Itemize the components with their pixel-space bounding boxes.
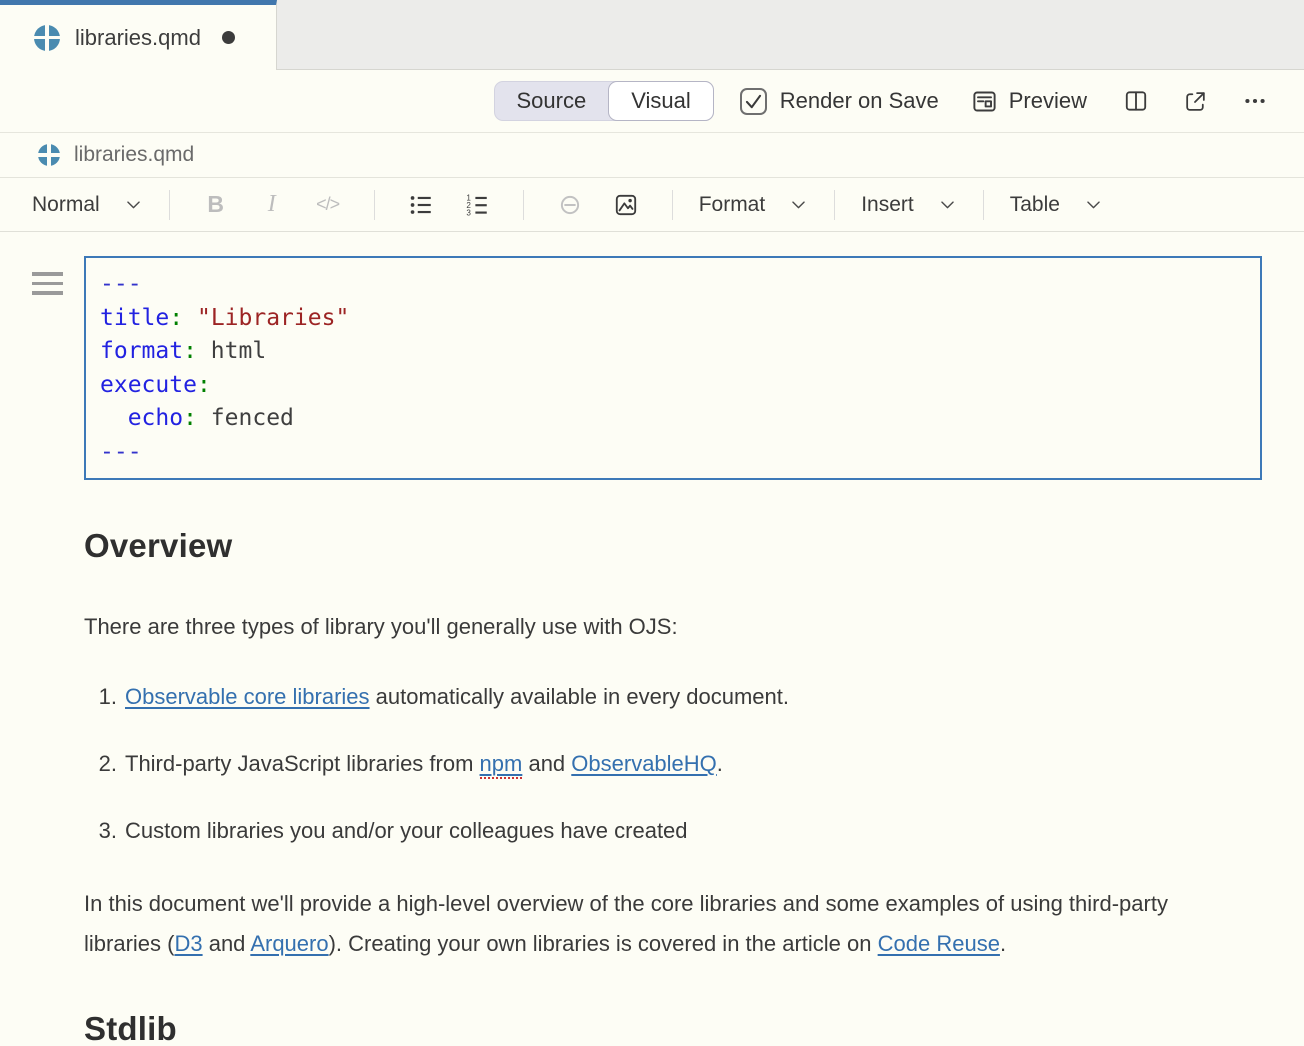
insert-image-button[interactable] (603, 185, 649, 225)
tab-libraries-qmd[interactable]: libraries.qmd (0, 0, 277, 70)
numbered-list-icon: 1 2 3 (464, 192, 490, 218)
link-npm[interactable]: npm (480, 751, 523, 779)
more-options-button[interactable] (1238, 84, 1272, 118)
text-run: automatically available in every documen… (370, 684, 789, 709)
open-external-button[interactable] (1179, 85, 1212, 118)
preview-label: Preview (1009, 88, 1087, 114)
toolbar-separator (523, 190, 524, 220)
yaml-code-line: --- (100, 436, 1246, 470)
ellipsis-icon (1242, 88, 1268, 114)
text-run: Third-party JavaScript libraries from (125, 751, 480, 776)
link-observable-core-libraries[interactable]: Observable core libraries (125, 684, 370, 709)
formatting-toolbar: Normal B I </> 1 2 3 (0, 178, 1304, 232)
numbered-list: 1. Observable core libraries automatical… (84, 683, 1262, 845)
text-run: and (203, 931, 251, 956)
document-editor-surface[interactable]: ---title: "Libraries"format: htmlexecute… (0, 232, 1304, 1046)
yaml-block-container: ---title: "Libraries"format: htmlexecute… (84, 256, 1262, 480)
chevron-down-icon (789, 195, 808, 214)
editor-toolbar: Source Visual Render on Save Preview (0, 70, 1304, 133)
insert-menu-dropdown[interactable]: Insert (853, 187, 965, 223)
split-editor-button[interactable] (1119, 84, 1153, 118)
toolbar-separator (169, 190, 170, 220)
bold-button[interactable]: B (193, 185, 239, 225)
table-menu-label: Table (1010, 193, 1060, 217)
heading-stdlib: Stdlib (84, 1010, 1262, 1046)
tab-title: libraries.qmd (75, 25, 201, 51)
toolbar-separator (834, 190, 835, 220)
editor-mode-toggle: Source Visual (494, 81, 714, 121)
toolbar-separator (672, 190, 673, 220)
list-item-text: Custom libraries you and/or your colleag… (125, 817, 688, 845)
paragraph-style-value: Normal (32, 193, 100, 217)
code-icon: </> (316, 194, 339, 215)
table-menu-dropdown[interactable]: Table (1002, 187, 1111, 223)
link-observablehq[interactable]: ObservableHQ (571, 751, 717, 776)
paragraph-style-dropdown[interactable]: Normal (24, 187, 151, 223)
code-button[interactable]: </> (305, 185, 351, 225)
text-run: . (717, 751, 723, 776)
italic-icon: I (268, 191, 276, 218)
format-menu-label: Format (699, 193, 766, 217)
render-on-save-control[interactable]: Render on Save (740, 88, 939, 115)
list-item: 1. Observable core libraries automatical… (84, 683, 1262, 711)
yaml-code-line: echo: fenced (100, 402, 1246, 436)
svg-text:3: 3 (466, 208, 471, 217)
unsaved-dot-icon (222, 31, 235, 44)
yaml-code-line: format: html (100, 335, 1246, 369)
breadcrumb-filename[interactable]: libraries.qmd (74, 143, 194, 167)
insert-menu-label: Insert (861, 193, 914, 217)
link-arquero[interactable]: Arquero (250, 931, 328, 956)
image-icon (613, 192, 639, 218)
visual-mode-button[interactable]: Visual (608, 81, 714, 121)
toolbar-separator (983, 190, 984, 220)
yaml-metadata-block[interactable]: ---title: "Libraries"format: htmlexecute… (84, 256, 1262, 480)
quarto-icon (34, 25, 60, 51)
preview-button[interactable]: Preview (969, 84, 1089, 119)
yaml-code-line: --- (100, 268, 1246, 302)
link-icon (557, 192, 583, 218)
drag-handle-icon[interactable] (28, 268, 67, 299)
numbered-list-button[interactable]: 1 2 3 (454, 185, 500, 225)
heading-overview: Overview (84, 527, 1262, 565)
source-mode-button[interactable]: Source (495, 81, 609, 121)
closing-paragraph: In this document we'll provide a high-le… (84, 884, 1232, 964)
list-item-text: Observable core libraries automatically … (125, 683, 789, 711)
chevron-down-icon (1084, 195, 1103, 214)
italic-button[interactable]: I (249, 185, 295, 225)
tab-bar: libraries.qmd (0, 0, 1304, 70)
split-view-icon (1123, 88, 1149, 114)
link-code-reuse[interactable]: Code Reuse (878, 931, 1000, 956)
breadcrumb: libraries.qmd (0, 133, 1304, 178)
list-item-number: 1. (84, 683, 125, 711)
bullet-list-button[interactable] (398, 185, 444, 225)
quarto-icon (38, 144, 60, 166)
list-item: 3. Custom libraries you and/or your coll… (84, 817, 1262, 845)
toolbar-separator (374, 190, 375, 220)
text-run: . (1000, 931, 1006, 956)
intro-paragraph: There are three types of library you'll … (84, 607, 1232, 647)
bullet-list-icon (408, 192, 434, 218)
render-on-save-label: Render on Save (780, 88, 939, 114)
checkbox-check-icon (743, 91, 764, 112)
yaml-code-line: title: "Libraries" (100, 302, 1246, 336)
text-run: ). Creating your own libraries is covere… (329, 931, 878, 956)
external-link-icon (1183, 89, 1208, 114)
list-item-text: Third-party JavaScript libraries from np… (125, 750, 723, 778)
format-menu-dropdown[interactable]: Format (691, 187, 817, 223)
preview-icon (971, 88, 998, 115)
text-run: and (522, 751, 571, 776)
list-item-number: 3. (84, 817, 125, 845)
render-on-save-checkbox[interactable] (740, 88, 767, 115)
bold-icon: B (207, 191, 224, 218)
link-d3[interactable]: D3 (174, 931, 202, 956)
list-item-number: 2. (84, 750, 125, 778)
list-item: 2. Third-party JavaScript libraries from… (84, 750, 1262, 778)
yaml-code-line: execute: (100, 369, 1246, 403)
text-run: Custom libraries you and/or your colleag… (125, 818, 688, 843)
chevron-down-icon (124, 195, 143, 214)
chevron-down-icon (938, 195, 957, 214)
insert-link-button[interactable] (547, 185, 593, 225)
